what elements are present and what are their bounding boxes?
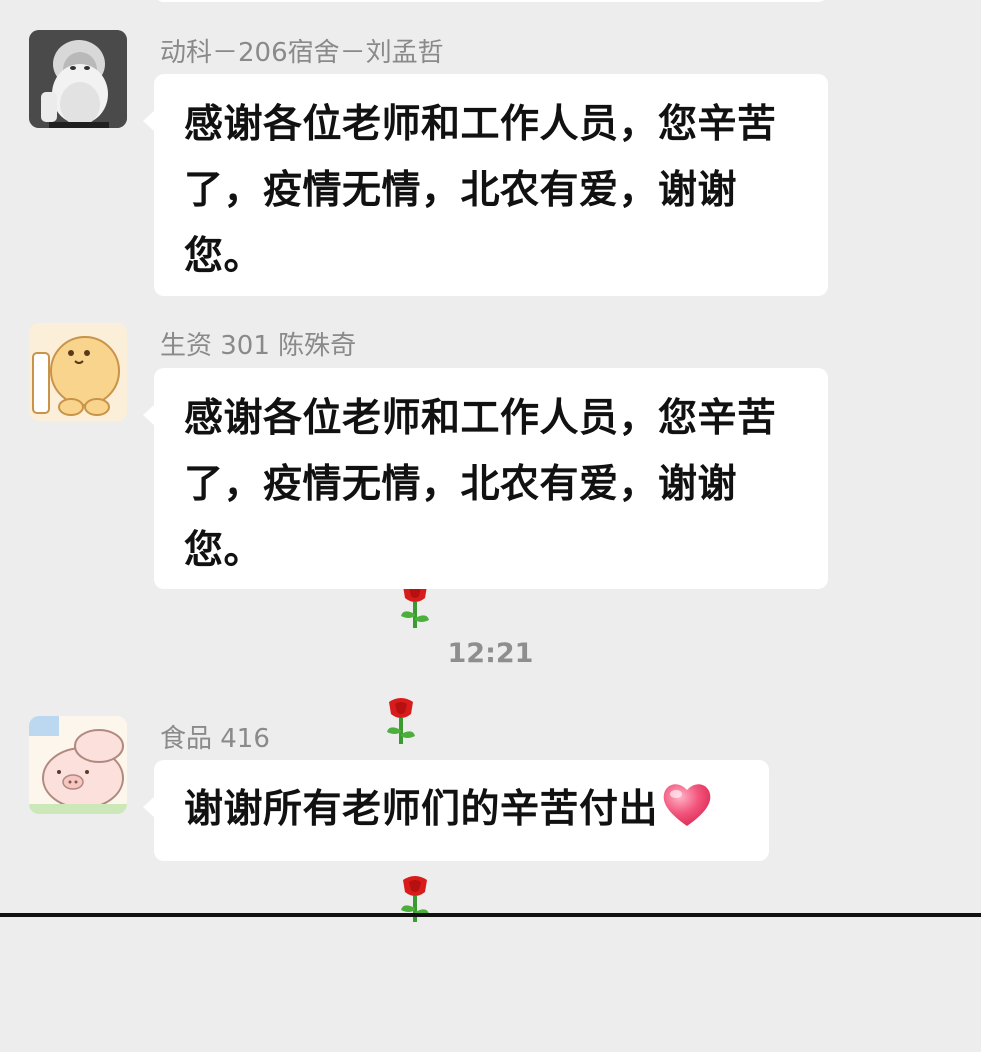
sender-name: 生资 301 陈殊奇 (160, 331, 357, 361)
sender-name: 食品 416 (160, 724, 270, 754)
timestamp: 12:21 (447, 638, 534, 669)
message-bubble[interactable]: 谢谢所有老师们的辛苦付出 (143, 760, 769, 861)
message-text-line: 了，疫情无情，北农有爱，谢谢您。 (184, 462, 738, 573)
message-bubble[interactable]: 感谢各位老师和工作人员，您辛苦 了，疫情无情，北农有爱，谢谢您。 (143, 368, 828, 922)
cartoon-chick-avatar-icon (29, 323, 127, 421)
heart-icon (660, 780, 714, 854)
avatar[interactable] (29, 323, 127, 421)
message-text-line: 了，疫情无情，北农有爱，谢谢您。 (184, 168, 738, 279)
previous-message-bubble-edge (154, 0, 828, 2)
avatar[interactable] (29, 716, 127, 814)
message-text-line: 感谢各位老师和工作人员，您辛苦 (184, 102, 777, 147)
message-text-line: 感谢各位老师和工作人员，您辛苦 (184, 396, 777, 441)
avatar[interactable] (29, 30, 127, 128)
sender-name: 动科－206宿舍－刘孟哲 (160, 38, 444, 68)
cartoon-pig-avatar-icon (29, 716, 127, 814)
message-text-line: 谢谢所有老师们的辛苦付出 (184, 774, 741, 854)
portrait-avatar-icon (29, 30, 127, 128)
message-bubble[interactable]: 感谢各位老师和工作人员，您辛苦 了，疫情无情，北农有爱，谢谢您。 (143, 74, 828, 628)
message-text: 谢谢所有老师们的辛苦付出 (184, 787, 659, 832)
bottom-divider (0, 913, 981, 917)
